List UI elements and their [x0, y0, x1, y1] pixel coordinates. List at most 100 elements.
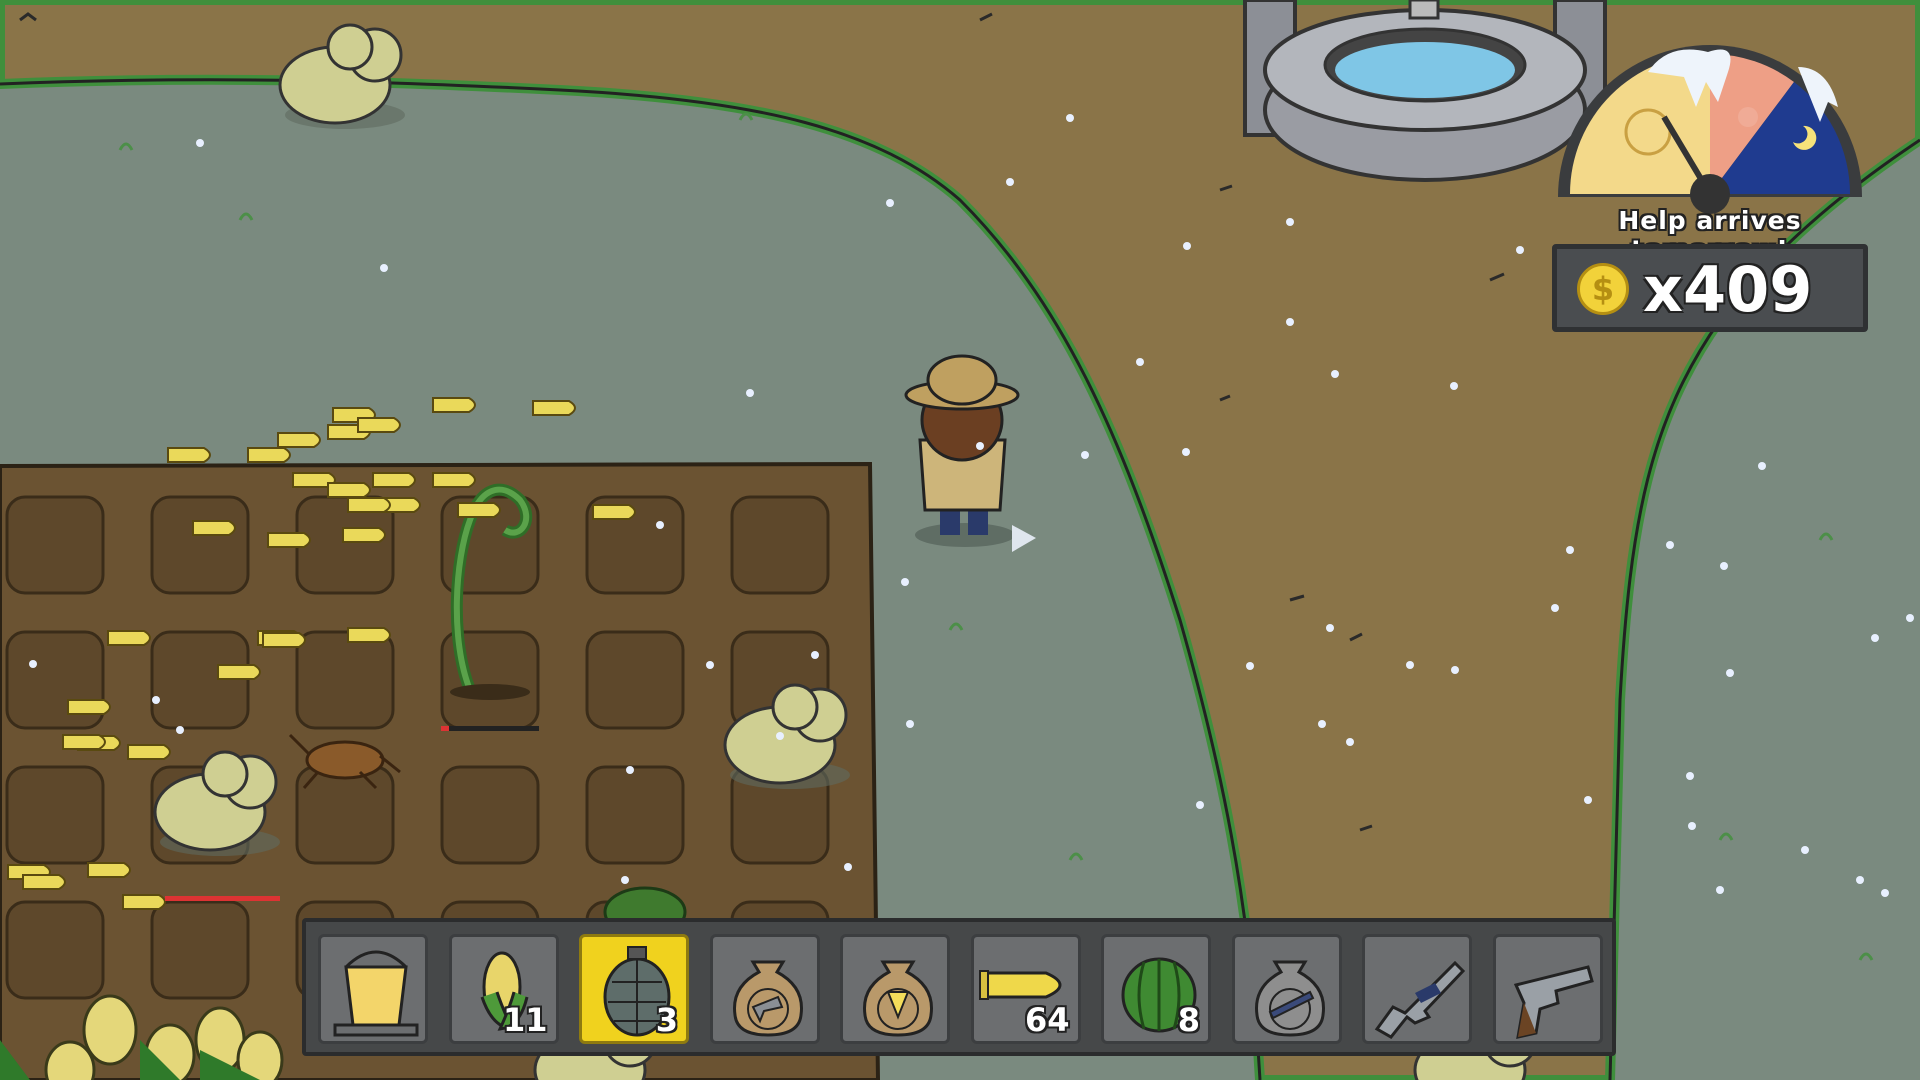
- revolver-slot[interactable]: [1492, 934, 1603, 1044]
- bullet-pickup: [247, 447, 291, 463]
- snowflake: [29, 660, 37, 668]
- sunset-icon: [1738, 107, 1758, 127]
- bullet-pickup: [277, 432, 321, 448]
- snowflake: [380, 264, 388, 272]
- bullet-pickup: [432, 397, 476, 413]
- bullet-pickup: [22, 874, 66, 890]
- snowflake: [776, 732, 784, 740]
- snowflake: [706, 661, 714, 669]
- bullet-pickup: [192, 520, 236, 536]
- corn-seed-bag-slot[interactable]: [840, 934, 950, 1044]
- snowflake: [1666, 541, 1674, 549]
- snowflake: [1450, 382, 1458, 390]
- bullet-pickup: [67, 699, 111, 715]
- bullet-pickup: [167, 447, 211, 463]
- bullet-pickup: [347, 497, 391, 513]
- snowflake: [1346, 738, 1354, 746]
- bullet-pickup: [357, 417, 401, 433]
- snowflake: [1183, 242, 1191, 250]
- snowflake: [626, 766, 634, 774]
- snowflake: [746, 389, 754, 397]
- snowflake: [656, 521, 664, 529]
- snowflake: [1584, 796, 1592, 804]
- snowflake: [1688, 822, 1696, 830]
- snowflake: [1246, 662, 1254, 670]
- snowflake: [1686, 772, 1694, 780]
- bullet-pickup: [262, 632, 306, 648]
- bullet-pickup: [217, 664, 261, 680]
- soil-plot: [440, 765, 540, 865]
- snowflake: [1136, 358, 1144, 366]
- snowflake: [1726, 669, 1734, 677]
- bullet-pickup: [127, 744, 171, 760]
- snowflake: [1182, 448, 1190, 456]
- snowflake: [1406, 661, 1414, 669]
- soil-plot: [585, 630, 685, 730]
- bullet-pickup: [327, 482, 371, 498]
- snowflake: [1516, 246, 1524, 254]
- snowflake: [1856, 876, 1864, 884]
- soil-plot: [150, 495, 250, 595]
- grenade-slot[interactable]: 3: [579, 934, 689, 1044]
- day-cycle-clock: [1558, 45, 1862, 214]
- snowflake: [844, 863, 852, 871]
- money-counter: $ x409: [1552, 244, 1868, 332]
- snowflake: [1331, 370, 1339, 378]
- snowflake: [1881, 889, 1889, 897]
- coin-icon: $: [1577, 263, 1629, 315]
- snowflake: [811, 651, 819, 659]
- money-amount: x409: [1643, 253, 1813, 326]
- bullet-pickup: [122, 894, 166, 910]
- snowflake: [1758, 462, 1766, 470]
- snowflake: [1326, 624, 1334, 632]
- snowflake: [886, 199, 894, 207]
- soil-plot: [730, 495, 830, 595]
- bullet-pickup: [62, 734, 106, 750]
- snowflake: [1551, 604, 1559, 612]
- snowflake: [1716, 886, 1724, 894]
- soil-plot: [5, 765, 105, 865]
- item-count: 11: [502, 1001, 548, 1039]
- snowflake: [1871, 634, 1879, 642]
- bucket-slot[interactable]: [318, 934, 428, 1044]
- snowflake: [1081, 451, 1089, 459]
- snowflake: [1286, 218, 1294, 226]
- bullet-pickup: [347, 627, 391, 643]
- bullet-pickup: [592, 504, 636, 520]
- bullet-pickup: [107, 630, 151, 646]
- assault-rifle-slot[interactable]: [1362, 934, 1472, 1044]
- snowflake: [906, 720, 914, 728]
- bullet-pickup: [432, 472, 476, 488]
- snowflake: [1451, 666, 1459, 674]
- revolver-seed-bag-slot[interactable]: [709, 934, 820, 1044]
- snowflake: [901, 578, 909, 586]
- snowflake: [1801, 846, 1809, 854]
- snowflake: [1286, 318, 1294, 326]
- bullet-pickup: [457, 502, 501, 518]
- bullet-pickup: [267, 532, 311, 548]
- snowflake: [196, 139, 204, 147]
- soil-plot: [5, 495, 105, 595]
- bullet-pickup: [87, 862, 131, 878]
- watermelon-slot[interactable]: 8: [1101, 934, 1211, 1044]
- rifle-seed-bag-slot[interactable]: [1231, 934, 1342, 1044]
- bullet-pickup: [342, 527, 386, 543]
- snowflake: [621, 876, 629, 884]
- snowflake: [1566, 546, 1574, 554]
- snowflake: [152, 696, 160, 704]
- corn-slot[interactable]: 11: [448, 934, 559, 1044]
- bullet-pickup: [372, 472, 416, 488]
- ammo-slot[interactable]: 64: [970, 934, 1081, 1044]
- enemy-health-bar: [165, 896, 280, 901]
- snowflake: [1720, 562, 1728, 570]
- item-count: 3: [655, 1001, 678, 1039]
- snowflake: [1318, 720, 1326, 728]
- item-count: 64: [1024, 1001, 1070, 1039]
- bullet-pickup: [532, 400, 576, 416]
- inventory-hotbar: 11 3 64 8: [302, 918, 1616, 1056]
- soil-plot: [585, 765, 685, 865]
- snowflake: [1066, 114, 1074, 122]
- soil-plot: [150, 900, 250, 1000]
- snowflake: [1006, 178, 1014, 186]
- snowflake: [1196, 801, 1204, 809]
